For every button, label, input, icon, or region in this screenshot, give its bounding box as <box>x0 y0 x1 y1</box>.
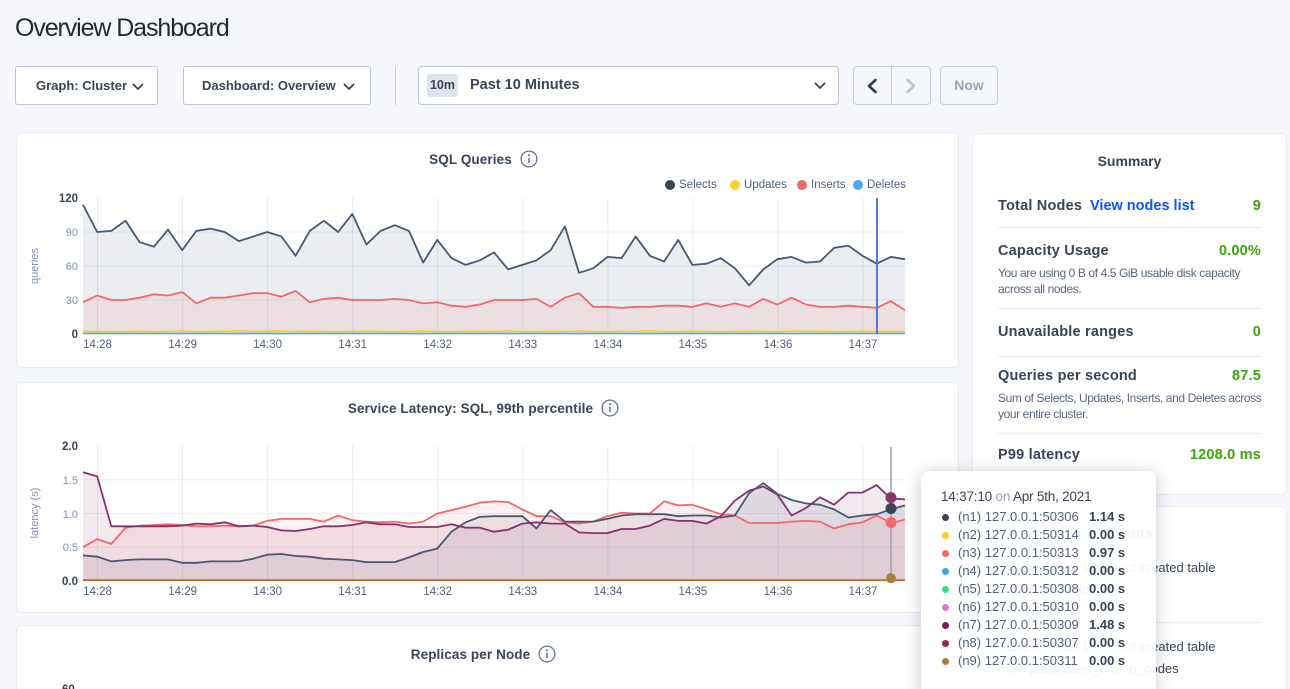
svg-text:14:36: 14:36 <box>764 586 793 598</box>
svg-text:0.0: 0.0 <box>62 576 78 588</box>
svg-text:14:29: 14:29 <box>168 339 197 351</box>
svg-text:14:34: 14:34 <box>594 339 623 351</box>
svg-text:14:33: 14:33 <box>508 339 537 351</box>
svg-text:60: 60 <box>66 261 78 273</box>
svg-text:14:30: 14:30 <box>253 339 282 351</box>
svg-text:latency (s): latency (s) <box>29 488 41 539</box>
svg-text:14:31: 14:31 <box>338 586 367 598</box>
svg-text:0: 0 <box>72 329 78 341</box>
svg-text:14:28: 14:28 <box>83 339 112 351</box>
svg-text:1.0: 1.0 <box>63 509 78 521</box>
svg-text:14:34: 14:34 <box>594 586 623 598</box>
svg-text:1.5: 1.5 <box>63 475 78 487</box>
svg-text:2.0: 2.0 <box>62 441 78 453</box>
svg-text:14:31: 14:31 <box>338 339 367 351</box>
svg-text:14:37: 14:37 <box>849 339 878 351</box>
svg-text:queries: queries <box>29 247 41 284</box>
svg-text:14:32: 14:32 <box>423 339 452 351</box>
svg-text:14:30: 14:30 <box>253 586 282 598</box>
svg-text:90: 90 <box>66 227 78 239</box>
svg-text:14:37: 14:37 <box>849 586 878 598</box>
svg-text:120: 120 <box>59 193 78 205</box>
svg-text:14:36: 14:36 <box>764 339 793 351</box>
svg-text:30: 30 <box>66 295 78 307</box>
svg-text:14:29: 14:29 <box>168 586 197 598</box>
svg-text:14:33: 14:33 <box>508 586 537 598</box>
svg-text:14:32: 14:32 <box>423 586 452 598</box>
svg-text:14:35: 14:35 <box>679 339 708 351</box>
svg-text:14:28: 14:28 <box>83 586 112 598</box>
svg-text:0.5: 0.5 <box>63 542 78 554</box>
svg-text:14:35: 14:35 <box>679 586 708 598</box>
